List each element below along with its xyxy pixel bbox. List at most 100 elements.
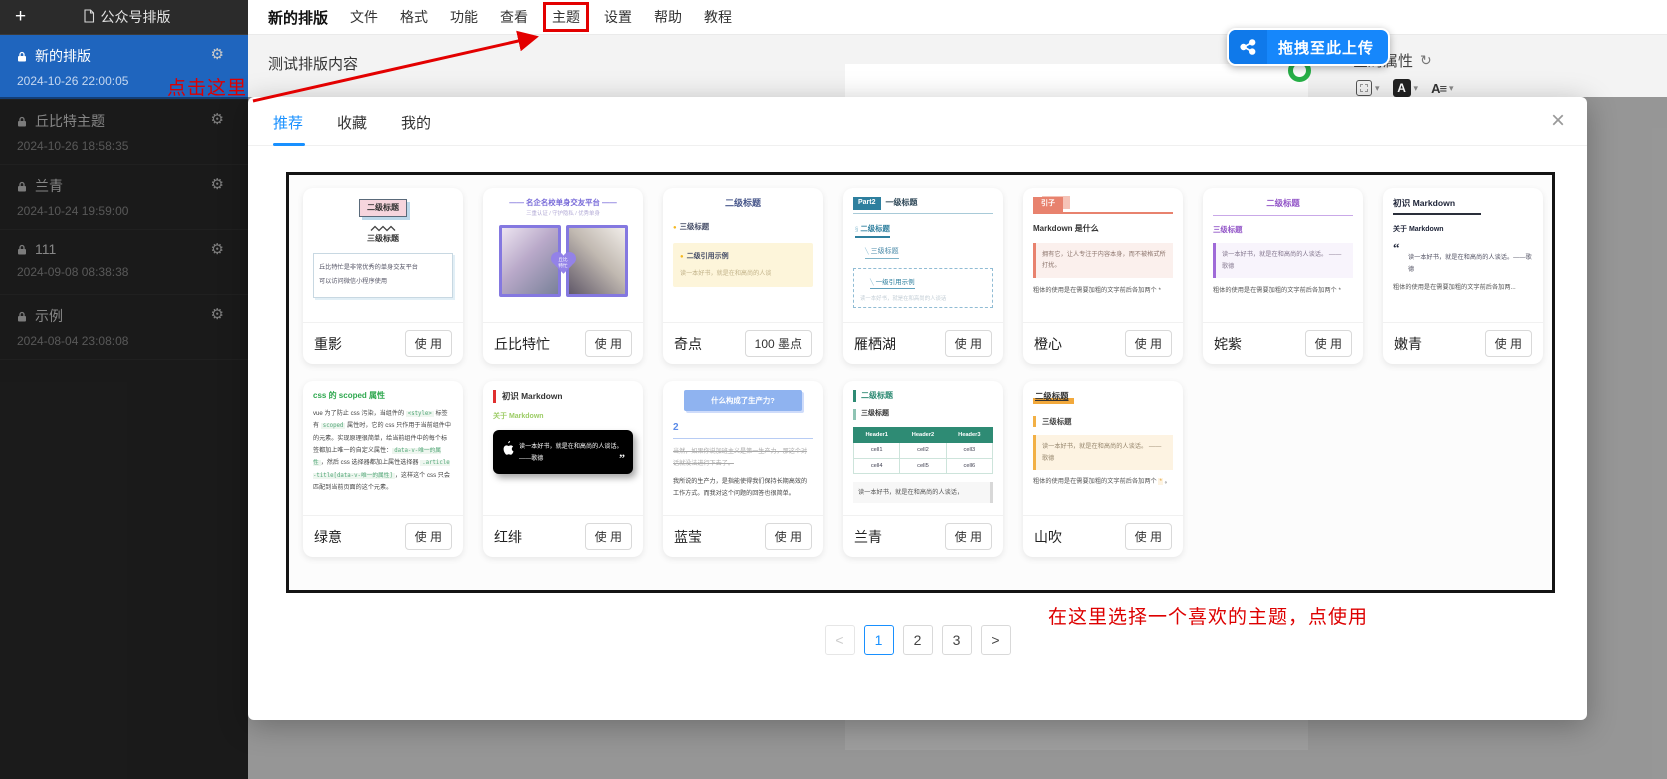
gear-icon[interactable]: ⚙ — [211, 45, 224, 63]
font-color-icon: A — [1392, 79, 1411, 97]
theme-preview: 引子 Markdown 是什么 拥有它，让人专注于内容本身，而不被格式所打扰。 … — [1023, 188, 1183, 323]
theme-name: 雁栖湖 — [854, 335, 896, 352]
use-button[interactable]: 使 用 — [404, 330, 452, 357]
theme-card-yanqihu[interactable]: Part2 一级标题 § 二级标题 ╲ 三级标题 ╲ 一级引用示例 读一本好书，就是在和… — [843, 188, 1003, 364]
lock-icon — [17, 51, 27, 62]
theme-modal: 推荐 收藏 我的 × 二级标题 三级标题 丘比特忙是非常优秀的单身交友平台 可以访… — [248, 97, 1587, 720]
menu-function[interactable]: 功能 — [450, 7, 478, 27]
menu-file[interactable]: 文件 — [350, 7, 378, 27]
bullet-dot: ● — [680, 253, 684, 260]
theme-preview: 二级标题 三级标题 读一本好书，就是在和高尚的人谈话。 ——歌德 粗体的使用是在… — [1023, 381, 1183, 516]
prev-page-button[interactable]: < — [824, 625, 855, 655]
use-button[interactable]: 使 用 — [1304, 330, 1352, 357]
tab-mine[interactable]: 我的 — [401, 112, 431, 145]
use-button[interactable]: 使 用 — [1484, 330, 1532, 357]
theme-card-nenqing[interactable]: 初识 Markdown 关于 Markdown “ 读一本好书，就是在和高尚的人… — [1383, 188, 1543, 364]
theme-card-lanying[interactable]: 什么构成了生产力? 2 当然，如果你说加班主义是第一生产力，那这个对话就没法进行… — [663, 381, 823, 557]
theme-grid: 二级标题 三级标题 丘比特忙是非常优秀的单身交友平台 可以访问微信小程序使用 重影… — [286, 172, 1555, 593]
text-style-dropdown[interactable]: A≡ ▾ — [1431, 81, 1454, 96]
new-document-button[interactable]: + — [15, 6, 41, 28]
quote-mark: “ — [1393, 240, 1400, 256]
tab-recommended[interactable]: 推荐 — [273, 112, 303, 145]
page-2-button[interactable]: 2 — [902, 625, 933, 655]
theme-card-lvyi[interactable]: css 的 scoped 属性 vue 为了防止 css 污染，当组件的 <st… — [303, 381, 463, 557]
theme-name: 山吹 — [1034, 528, 1062, 545]
theme-card-qiubitemang[interactable]: —— 名企名校单身交友平台 —— 三重认证 / 守护隐私 / 优秀单身 丘比 特忙… — [483, 188, 643, 364]
theme-name: 嫩青 — [1394, 335, 1422, 352]
theme-name: 红绯 — [494, 528, 522, 545]
use-button[interactable]: 使 用 — [584, 523, 632, 550]
theme-preview: 二级标题 三级标题 读一本好书，就是在和高尚的人谈话。 ——歌德 粗体的使用是在… — [1203, 188, 1363, 323]
sample-table: Header1 Header2 Header3 cell1 cell2 cell3 ce… — [852, 426, 994, 475]
menu-tutorial[interactable]: 教程 — [704, 7, 732, 27]
app-title-group: 公众号排版 — [83, 7, 171, 27]
theme-row-2: css 的 scoped 属性 vue 为了防止 css 污染，当组件的 <st… — [303, 381, 1538, 557]
menu-view[interactable]: 查看 — [500, 7, 528, 27]
close-icon[interactable]: × — [1551, 109, 1565, 133]
theme-preview: css 的 scoped 属性 vue 为了防止 css 污染，当组件的 <st… — [303, 381, 463, 516]
theme-card-shanchui[interactable]: 二级标题 三级标题 读一本好书，就是在和高尚的人谈话。 ——歌德 粗体的使用是在… — [1023, 381, 1183, 557]
app-window: + 公众号排版 新的排版 2024-10-26 22:00:05 ⚙ 丘比特主题… — [0, 0, 1667, 779]
wave-decoration-icon — [370, 225, 396, 232]
theme-card-chengxin[interactable]: 引子 Markdown 是什么 拥有它，让人专注于内容本身，而不被格式所打扰。 … — [1023, 188, 1183, 364]
theme-card-qidian[interactable]: 二级标题 ● 三级标题 ● 二级引用示例 读一本好书，就是在和高尚的人谈 奇点 100… — [663, 188, 823, 364]
theme-preview: —— 名企名校单身交友平台 —— 三重认证 / 守护隐私 / 优秀单身 丘比 特忙 — [483, 188, 643, 323]
theme-preview: 什么构成了生产力? 2 当然，如果你说加班主义是第一生产力，那这个对话就没法进行… — [663, 381, 823, 516]
theme-preview: 初识 Markdown 关于 Markdown 读一本好书，就是在和高尚的人谈话… — [483, 381, 643, 516]
quote-mark: ” — [619, 451, 625, 466]
use-button[interactable]: 使 用 — [1124, 330, 1172, 357]
pagination: < 1 2 3 > — [248, 625, 1587, 655]
frame-icon — [1356, 80, 1372, 96]
menu-help[interactable]: 帮助 — [654, 7, 682, 27]
menu-bar: 新的排版 文件 格式 功能 查看 主题 设置 帮助 教程 — [248, 0, 1667, 35]
theme-name: 奇点 — [674, 335, 702, 352]
menu-settings[interactable]: 设置 — [604, 7, 632, 27]
use-button[interactable]: 使 用 — [764, 523, 812, 550]
theme-preview: Part2 一级标题 § 二级标题 ╲ 三级标题 ╲ 一级引用示例 读一本好书，就是在和… — [843, 188, 1003, 323]
refresh-icon[interactable]: ↻ — [1420, 52, 1432, 69]
bullet-dot: ● — [673, 224, 677, 231]
theme-card-chazi[interactable]: 二级标题 三级标题 读一本好书，就是在和高尚的人谈话。 ——歌德 粗体的使用是在… — [1203, 188, 1363, 364]
apple-logo-icon — [501, 441, 514, 461]
theme-name: 蓝莹 — [674, 528, 702, 545]
menu-theme[interactable]: 主题 — [543, 2, 590, 32]
theme-preview: 二级标题 三级标题 Header1 Header2 Header3 cell1 cel… — [843, 381, 1003, 516]
editor-content-text[interactable]: 测试排版内容 — [268, 53, 358, 74]
theme-card-lanqing[interactable]: 二级标题 三级标题 Header1 Header2 Header3 cell1 cel… — [843, 381, 1003, 557]
font-color-dropdown[interactable]: A ▾ — [1392, 79, 1419, 97]
page-1-button[interactable]: 1 — [863, 625, 894, 655]
document-icon — [83, 8, 95, 26]
theme-name: 绿意 — [314, 528, 342, 545]
theme-card-zhongying[interactable]: 二级标题 三级标题 丘比特忙是非常优秀的单身交友平台 可以访问微信小程序使用 重影… — [303, 188, 463, 364]
theme-name: 兰青 — [854, 528, 882, 545]
theme-preview: 二级标题 ● 三级标题 ● 二级引用示例 读一本好书，就是在和高尚的人谈 — [663, 188, 823, 323]
upload-label: 拖拽至此上传 — [1278, 39, 1375, 57]
theme-name: 姹紫 — [1214, 335, 1242, 352]
doc-title: 新的排版 — [35, 48, 91, 64]
use-button[interactable]: 使 用 — [1124, 523, 1172, 550]
use-button[interactable]: 使 用 — [944, 523, 992, 550]
tab-favorites[interactable]: 收藏 — [337, 112, 367, 145]
price-button[interactable]: 100 墨点 — [744, 330, 812, 357]
theme-card-hongfei[interactable]: 初识 Markdown 关于 Markdown 读一本好书，就是在和高尚的人谈话… — [483, 381, 643, 557]
chevron-down-icon: ▾ — [1413, 82, 1419, 93]
page-3-button[interactable]: 3 — [941, 625, 972, 655]
use-button[interactable]: 使 用 — [584, 330, 632, 357]
annotation-choose-theme: 在这里选择一个喜欢的主题，点使用 — [1048, 607, 1369, 628]
annotation-click-here: 点击这里 — [167, 78, 248, 99]
modal-tabs: 推荐 收藏 我的 — [248, 97, 1587, 146]
chevron-down-icon: ▾ — [1375, 82, 1380, 93]
use-button[interactable]: 使 用 — [404, 523, 452, 550]
use-button[interactable]: 使 用 — [944, 330, 992, 357]
theme-preview: 初识 Markdown 关于 Markdown “ 读一本好书，就是在和高尚的人… — [1383, 188, 1543, 323]
drag-upload-button[interactable]: 拖拽至此上传 — [1227, 28, 1391, 66]
app-title: 公众号排版 — [100, 9, 171, 25]
menu-format[interactable]: 格式 — [400, 7, 428, 27]
menu-doc-name: 新的排版 — [268, 9, 329, 27]
share-nodes-icon — [1229, 30, 1267, 64]
border-style-dropdown[interactable]: ▾ — [1356, 80, 1380, 96]
heart-badge: 丘比 特忙 — [549, 250, 577, 276]
next-page-button[interactable]: > — [980, 625, 1011, 655]
theme-name: 丘比特忙 — [494, 335, 550, 352]
sidebar-header: + 公众号排版 — [0, 0, 248, 35]
